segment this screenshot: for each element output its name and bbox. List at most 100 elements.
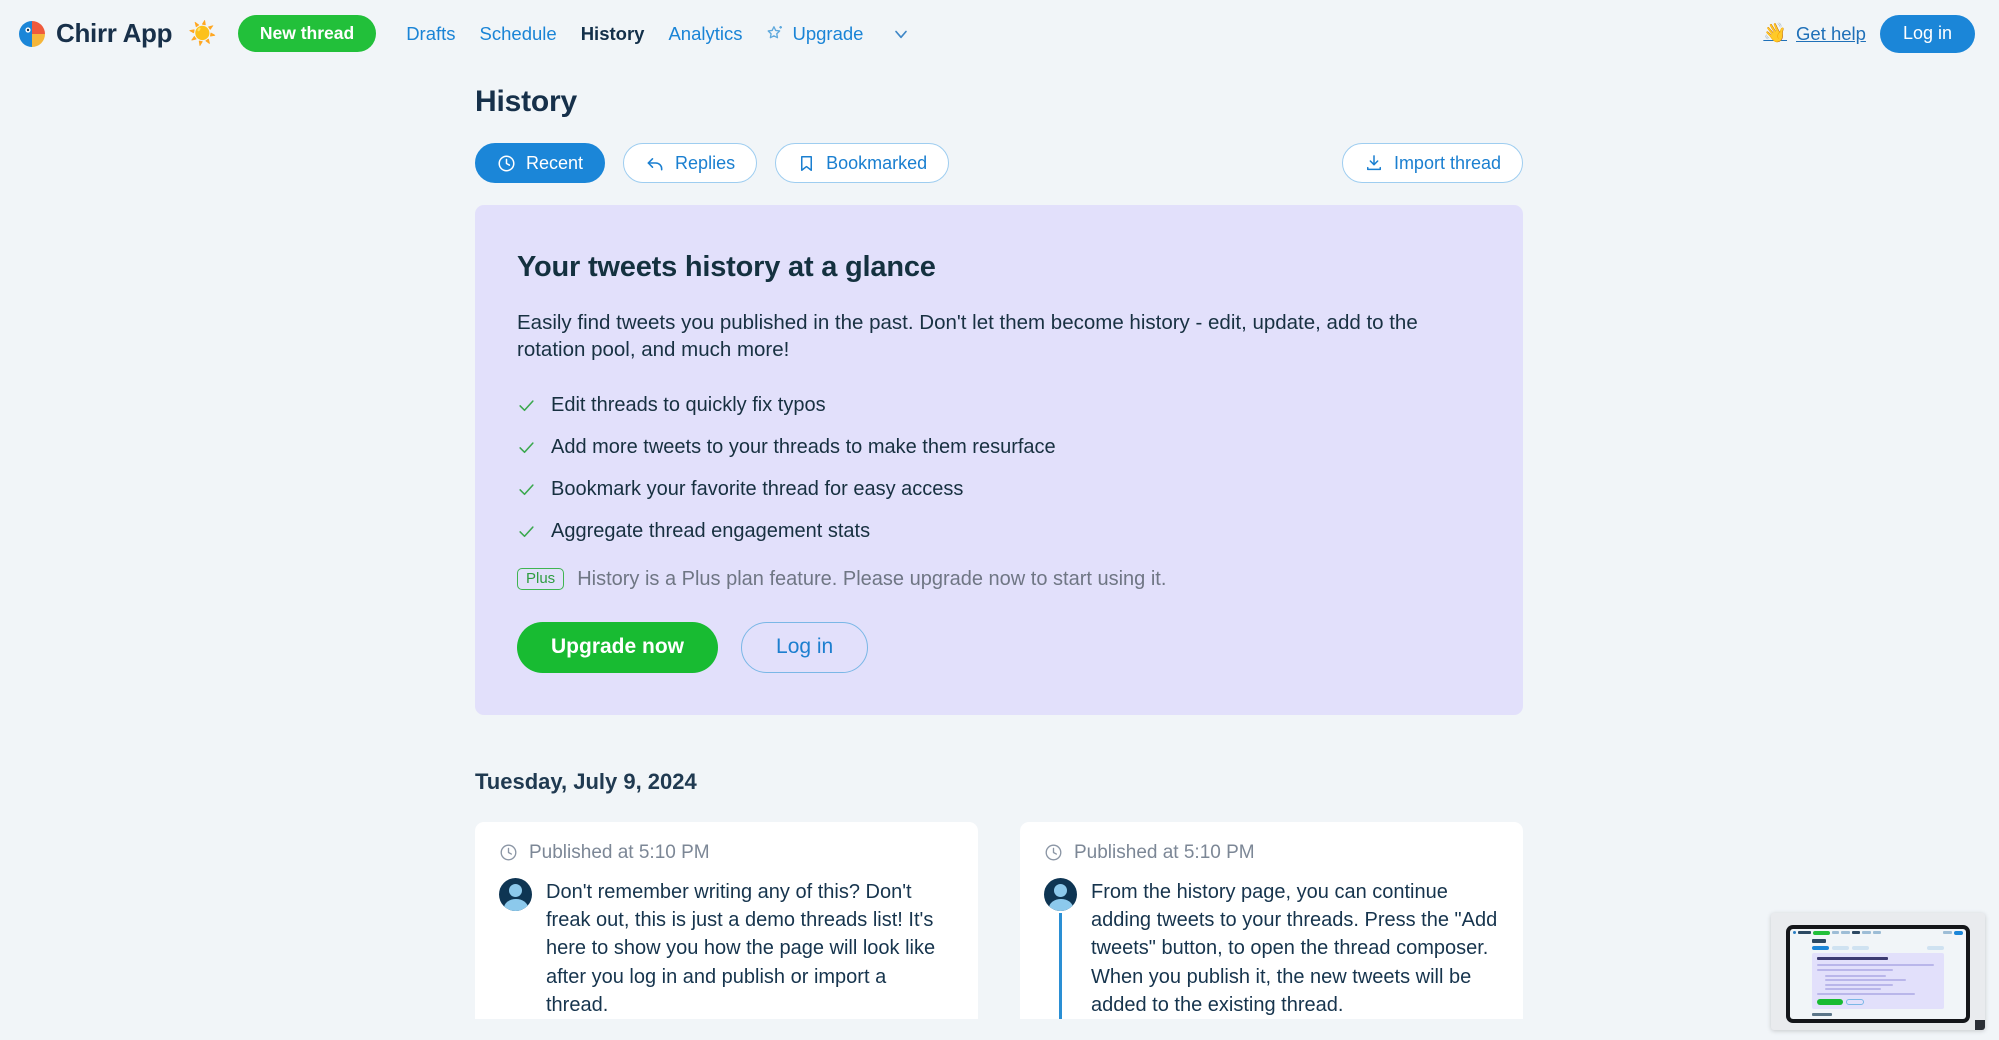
thread-date-heading: Tuesday, July 9, 2024 (475, 768, 697, 794)
import-thread-button[interactable]: Import thread (1341, 143, 1523, 183)
brand-name: Chirr App (56, 18, 173, 48)
preview-resize-handle[interactable] (1975, 1020, 1985, 1030)
check-icon (517, 438, 536, 457)
preview-device-frame (1786, 925, 1970, 1023)
nav-item-label: Analytics (668, 22, 743, 44)
feature-label: Aggregate thread engagement stats (551, 519, 871, 542)
import-thread-label: Import thread (1393, 152, 1501, 173)
preview-feature-line (1825, 974, 1886, 977)
preview-chip-recent (1812, 945, 1829, 950)
promo-actions: Upgrade now Log in (517, 621, 1481, 673)
filter-chip-bookmarked[interactable]: Bookmarked (775, 143, 950, 183)
filter-chip-recent[interactable]: Recent (475, 143, 606, 183)
clock-icon (499, 843, 518, 862)
promo-login-button[interactable]: Log in (741, 621, 869, 673)
nav-item-label: Schedule (479, 22, 557, 44)
preview-promo-buttons (1817, 999, 1939, 1005)
chirr-bird-logo-icon (18, 20, 46, 48)
preview-promo-card (1812, 952, 1944, 1009)
thread-connector-line (1058, 912, 1063, 1020)
published-label: Published at 5:10 PM (1074, 841, 1255, 863)
new-thread-button[interactable]: New thread (237, 15, 377, 52)
nav-item-history[interactable]: History (569, 17, 657, 51)
check-icon (517, 396, 536, 415)
reply-arrow-icon (645, 153, 665, 173)
preview-chip-import (1927, 945, 1944, 950)
preview-new-thread (1813, 930, 1830, 935)
preview-body (1790, 936, 1966, 1019)
published-row: Published at 5:10 PM (1044, 842, 1499, 864)
feature-item: Edit threads to quickly fix typos (517, 394, 1481, 417)
nav-item-upgrade[interactable]: Upgrade (754, 17, 875, 51)
avatar-column (499, 877, 532, 1020)
preview-date-heading (1812, 1013, 1832, 1016)
filter-bar: Recent Replies Bookmarked Import thread (475, 143, 1523, 183)
nav-item-label: History (580, 22, 645, 44)
preview-thread-cards (1812, 1018, 1944, 1019)
published-label: Published at 5:10 PM (529, 841, 710, 863)
preview-promo-line (1817, 968, 1893, 971)
clock-icon (1044, 843, 1063, 862)
feature-label: Bookmark your favorite thread for easy a… (551, 477, 964, 500)
preview-promo-line (1817, 964, 1935, 966)
preview-screen (1790, 929, 1966, 1019)
preview-logo-icon (1793, 931, 1796, 934)
clock-icon (497, 154, 516, 173)
nav-item-label: Upgrade (792, 22, 864, 44)
user-avatar (1044, 877, 1077, 911)
sun-icon[interactable]: ☀️ (188, 22, 217, 45)
star-sparkle-icon (766, 24, 785, 43)
preview-feature-line (1825, 983, 1894, 986)
preview-promo-title (1817, 956, 1888, 960)
preview-nav (1862, 931, 1871, 934)
feature-item: Aggregate thread engagement stats (517, 520, 1481, 543)
filter-chip-replies[interactable]: Replies (623, 143, 758, 183)
thread-card[interactable]: Published at 5:10 PM Don't remember writ… (475, 821, 978, 1020)
feature-item: Add more tweets to your threads to make … (517, 436, 1481, 459)
screen-preview-thumbnail[interactable] (1771, 913, 1985, 1030)
header-login-button[interactable]: Log in (1879, 14, 1975, 53)
filter-chip-label: Recent (526, 152, 584, 173)
get-help-link[interactable]: 👋 Get help (1763, 23, 1866, 45)
nav-item-drafts[interactable]: Drafts (394, 17, 467, 51)
plan-notice-text: History is a Plus plan feature. Please u… (577, 567, 1167, 590)
app-header: Chirr App ☀️ New thread Drafts Schedule … (0, 0, 1999, 67)
promo-feature-list: Edit threads to quickly fix typos Add mo… (517, 394, 1481, 543)
nav-item-schedule[interactable]: Schedule (468, 17, 569, 51)
promo-description: Easily find tweets you published in the … (517, 311, 1418, 362)
tweet-row: Don't remember writing any of this? Don'… (499, 877, 954, 1020)
feature-label: Edit threads to quickly fix typos (551, 393, 826, 416)
get-help-label: Get help (1796, 22, 1866, 44)
upgrade-now-button[interactable]: Upgrade now (517, 621, 719, 673)
preview-nav (1873, 931, 1881, 934)
thread-list: Published at 5:10 PM Don't remember writ… (475, 821, 1523, 1020)
preview-plan-line (1817, 993, 1915, 995)
feature-item: Bookmark your favorite thread for easy a… (517, 478, 1481, 501)
avatar-column (1044, 877, 1077, 1020)
header-right-actions: 👋 Get help Log in (1763, 14, 1975, 53)
user-avatar (499, 877, 532, 911)
preview-page-title (1812, 939, 1826, 943)
main-content: History Recent Replies Bookmarked Import… (0, 85, 1999, 1020)
tweet-text: From the history page, you can continue … (1091, 880, 1498, 1017)
tweet-row: From the history page, you can continue … (1044, 877, 1499, 1020)
preview-brand (1798, 931, 1811, 934)
filter-chip-label: Replies (675, 152, 736, 173)
bookmark-icon (797, 154, 816, 173)
published-row: Published at 5:10 PM (499, 842, 954, 864)
main-navigation: Drafts Schedule History Analytics Upgrad… (394, 17, 917, 51)
preview-upgrade-button (1817, 999, 1843, 1005)
brand-logo-link[interactable]: Chirr App (18, 18, 173, 49)
plan-notice: Plus History is a Plus plan feature. Ple… (517, 568, 1481, 591)
waving-hand-icon: 👋 (1763, 23, 1788, 44)
page-title: History (475, 85, 577, 118)
tweet-text: Don't remember writing any of this? Don'… (546, 880, 936, 1017)
filter-chip-label: Bookmarked (826, 152, 928, 173)
promo-card: Your tweets history at a glance Easily f… (475, 205, 1523, 715)
nav-item-analytics[interactable]: Analytics (656, 17, 754, 51)
chevron-down-icon[interactable] (885, 18, 917, 50)
preview-chip-replies (1832, 945, 1849, 950)
nav-item-label: Drafts (406, 22, 456, 44)
thread-card[interactable]: Published at 5:10 PM From the history pa… (1020, 821, 1523, 1020)
check-icon (517, 522, 536, 541)
